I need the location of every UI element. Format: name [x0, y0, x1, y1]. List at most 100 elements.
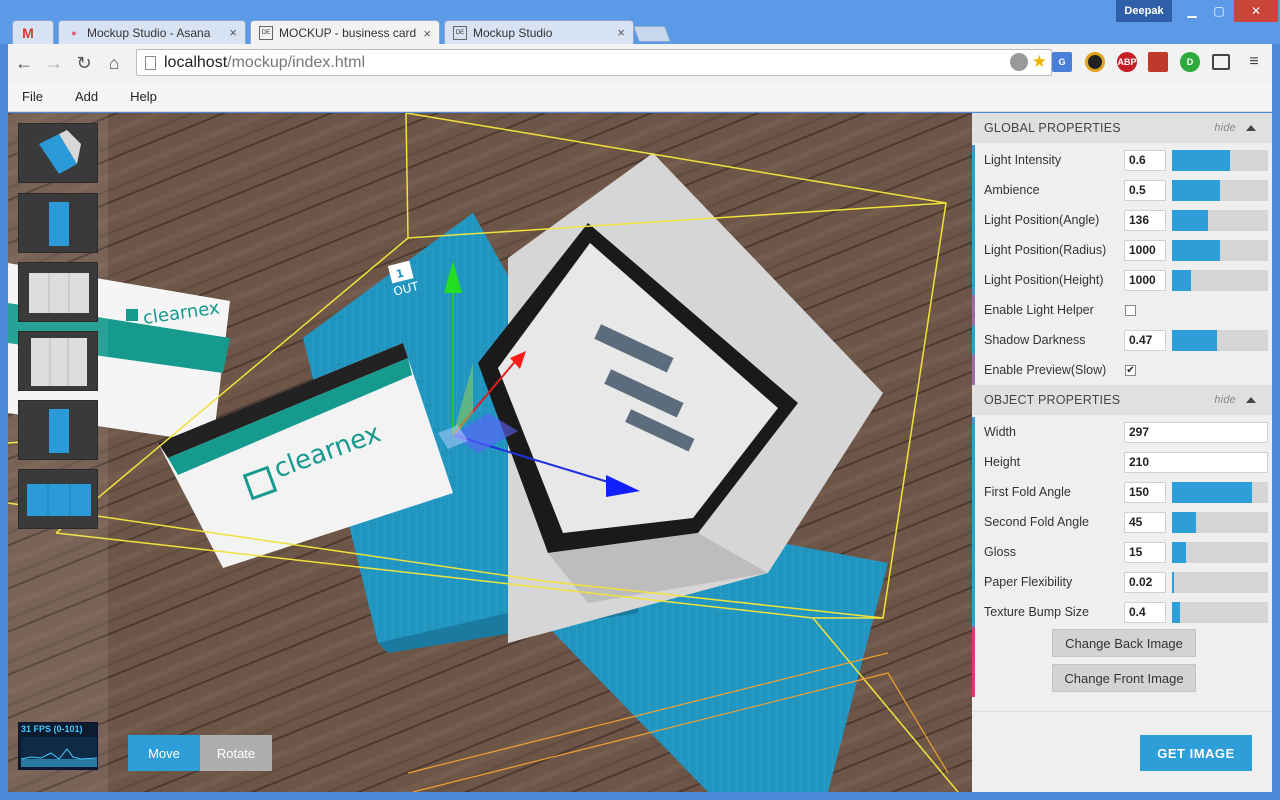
- maximize-icon[interactable]: ▢: [1205, 0, 1233, 22]
- collapse-caret-icon[interactable]: [1246, 125, 1256, 131]
- tab-asana[interactable]: ● Mockup Studio - Asana ×: [58, 20, 246, 44]
- hide-toggle[interactable]: hide: [1214, 394, 1236, 406]
- menu-help[interactable]: Help: [130, 89, 157, 104]
- forward-icon[interactable]: →: [40, 49, 68, 77]
- minimize-icon[interactable]: ▁: [1178, 0, 1206, 22]
- prop-slider[interactable]: [1172, 511, 1268, 533]
- home-icon[interactable]: ⌂: [100, 49, 128, 77]
- prop-value-input[interactable]: 0.6: [1124, 149, 1166, 171]
- prop-value-input[interactable]: 0.5: [1124, 179, 1166, 201]
- prop-slider[interactable]: [1172, 481, 1268, 503]
- template-thumb-white-trifold-tall[interactable]: [18, 331, 98, 391]
- close-icon[interactable]: ×: [423, 26, 431, 41]
- d-ext-icon[interactable]: D: [1180, 52, 1200, 72]
- new-tab-button[interactable]: [633, 26, 671, 42]
- template-thumb-blue-single[interactable]: [18, 400, 98, 460]
- change-front-image-button[interactable]: Change Front Image: [1052, 664, 1196, 692]
- address-bar[interactable]: localhost/mockup/index.html ★: [136, 49, 1052, 76]
- colorpick-icon[interactable]: [1085, 52, 1105, 72]
- prop-height: Height 210: [972, 447, 1272, 477]
- extension-icon[interactable]: [1009, 53, 1028, 71]
- prop-slider[interactable]: [1172, 239, 1268, 261]
- template-thumb-white-trifold[interactable]: [18, 262, 98, 322]
- global-properties-header[interactable]: GLOBAL PROPERTIES hide: [972, 113, 1272, 143]
- screen-capture-icon[interactable]: [1212, 54, 1230, 70]
- collapse-caret-icon[interactable]: [1246, 397, 1256, 403]
- tab-mockup-active[interactable]: DE MOCKUP - business card - ×: [250, 20, 440, 45]
- change-back-image-button[interactable]: Change Back Image: [1052, 629, 1196, 657]
- scene-canvas[interactable]: clearnex clearnex 1 OUT: [8, 113, 972, 792]
- template-thumb-trifold-open[interactable]: [18, 123, 98, 183]
- close-icon[interactable]: ×: [229, 25, 237, 40]
- prop-label: Enable Preview(Slow): [984, 363, 1107, 377]
- prop-first-fold-angle: First Fold Angle 150: [972, 477, 1272, 507]
- prop-light-angle: Light Position(Angle) 136: [972, 205, 1272, 235]
- get-image-button[interactable]: GET IMAGE: [1140, 735, 1252, 771]
- prop-ambience: Ambience 0.5: [972, 175, 1272, 205]
- 3d-viewport[interactable]: clearnex clearnex 1 OUT 31 FPS (0-101) M…: [8, 113, 972, 792]
- menu-add[interactable]: Add: [75, 89, 98, 104]
- preview-checkbox[interactable]: ✔: [1125, 364, 1136, 376]
- menu-icon[interactable]: ≡: [1244, 52, 1264, 72]
- close-icon[interactable]: ×: [617, 25, 625, 40]
- width-input[interactable]: 297: [1124, 421, 1268, 443]
- prop-value-input[interactable]: 45: [1124, 511, 1166, 533]
- tab-label: MOCKUP - business card -: [279, 26, 419, 40]
- prop-slider[interactable]: [1172, 601, 1268, 623]
- prop-slider[interactable]: [1172, 209, 1268, 231]
- prop-label: Light Position(Height): [984, 273, 1104, 287]
- prop-label: Light Intensity: [984, 153, 1062, 167]
- height-input[interactable]: 210: [1124, 451, 1268, 473]
- prop-slider[interactable]: [1172, 269, 1268, 291]
- user-badge[interactable]: Deepak: [1116, 0, 1172, 22]
- prop-slider[interactable]: [1172, 149, 1268, 171]
- prop-gloss: Gloss 15: [972, 537, 1272, 567]
- reload-icon[interactable]: ↻: [70, 49, 98, 77]
- prop-value-input[interactable]: 15: [1124, 541, 1166, 563]
- bookmark-ext-icon[interactable]: [1148, 52, 1168, 72]
- prop-slider[interactable]: [1172, 329, 1268, 351]
- prop-label: First Fold Angle: [984, 485, 1071, 499]
- prop-label: Second Fold Angle: [984, 515, 1089, 529]
- fps-label: 31 FPS (0-101): [21, 724, 83, 734]
- properties-panel: GLOBAL PROPERTIES hide Light Intensity 0…: [972, 113, 1272, 792]
- prop-label: Gloss: [984, 545, 1016, 559]
- prop-value-input[interactable]: 1000: [1124, 269, 1166, 291]
- close-window-icon[interactable]: ✕: [1234, 0, 1278, 22]
- menu-file[interactable]: File: [22, 89, 43, 104]
- tab-label: Mockup Studio: [473, 25, 553, 40]
- prop-light-intensity: Light Intensity 0.6: [972, 145, 1272, 175]
- prop-width: Width 297: [972, 417, 1272, 447]
- hide-toggle[interactable]: hide: [1214, 122, 1236, 134]
- prop-value-input[interactable]: 0.4: [1124, 601, 1166, 623]
- prop-slider[interactable]: [1172, 179, 1268, 201]
- url-host: localhost: [164, 53, 228, 71]
- translate-icon[interactable]: G: [1052, 52, 1072, 72]
- prop-label: Enable Light Helper: [984, 303, 1094, 317]
- section-title: GLOBAL PROPERTIES: [984, 121, 1121, 135]
- light-helper-checkbox[interactable]: [1125, 304, 1136, 316]
- prop-value-input[interactable]: 1000: [1124, 239, 1166, 261]
- prop-slider[interactable]: [1172, 571, 1268, 593]
- prop-label: Light Position(Angle): [984, 213, 1100, 227]
- object-properties-header[interactable]: OBJECT PROPERTIES hide: [972, 385, 1272, 415]
- back-icon[interactable]: ←: [10, 49, 38, 77]
- prop-shadow-darkness: Shadow Darkness 0.47: [972, 325, 1272, 355]
- prop-value-input[interactable]: 0.47: [1124, 329, 1166, 351]
- template-thumb-blue-trifold[interactable]: [18, 469, 98, 529]
- tab-mockup-studio[interactable]: DE Mockup Studio ×: [444, 20, 634, 44]
- prop-light-height: Light Position(Height) 1000: [972, 265, 1272, 295]
- template-thumb-single[interactable]: [18, 193, 98, 253]
- prop-value-input[interactable]: 0.02: [1124, 571, 1166, 593]
- prop-value-input[interactable]: 150: [1124, 481, 1166, 503]
- image-section-accent: [972, 627, 975, 697]
- move-button[interactable]: Move: [128, 735, 200, 771]
- prop-slider[interactable]: [1172, 541, 1268, 563]
- rotate-button[interactable]: Rotate: [200, 735, 272, 771]
- tab-gmail[interactable]: M: [12, 20, 54, 44]
- adblock-icon[interactable]: ABP: [1117, 52, 1137, 72]
- fps-graph: [20, 737, 98, 767]
- star-icon[interactable]: ★: [1032, 53, 1047, 71]
- prop-value-input[interactable]: 136: [1124, 209, 1166, 231]
- deep-icon: DE: [453, 25, 467, 40]
